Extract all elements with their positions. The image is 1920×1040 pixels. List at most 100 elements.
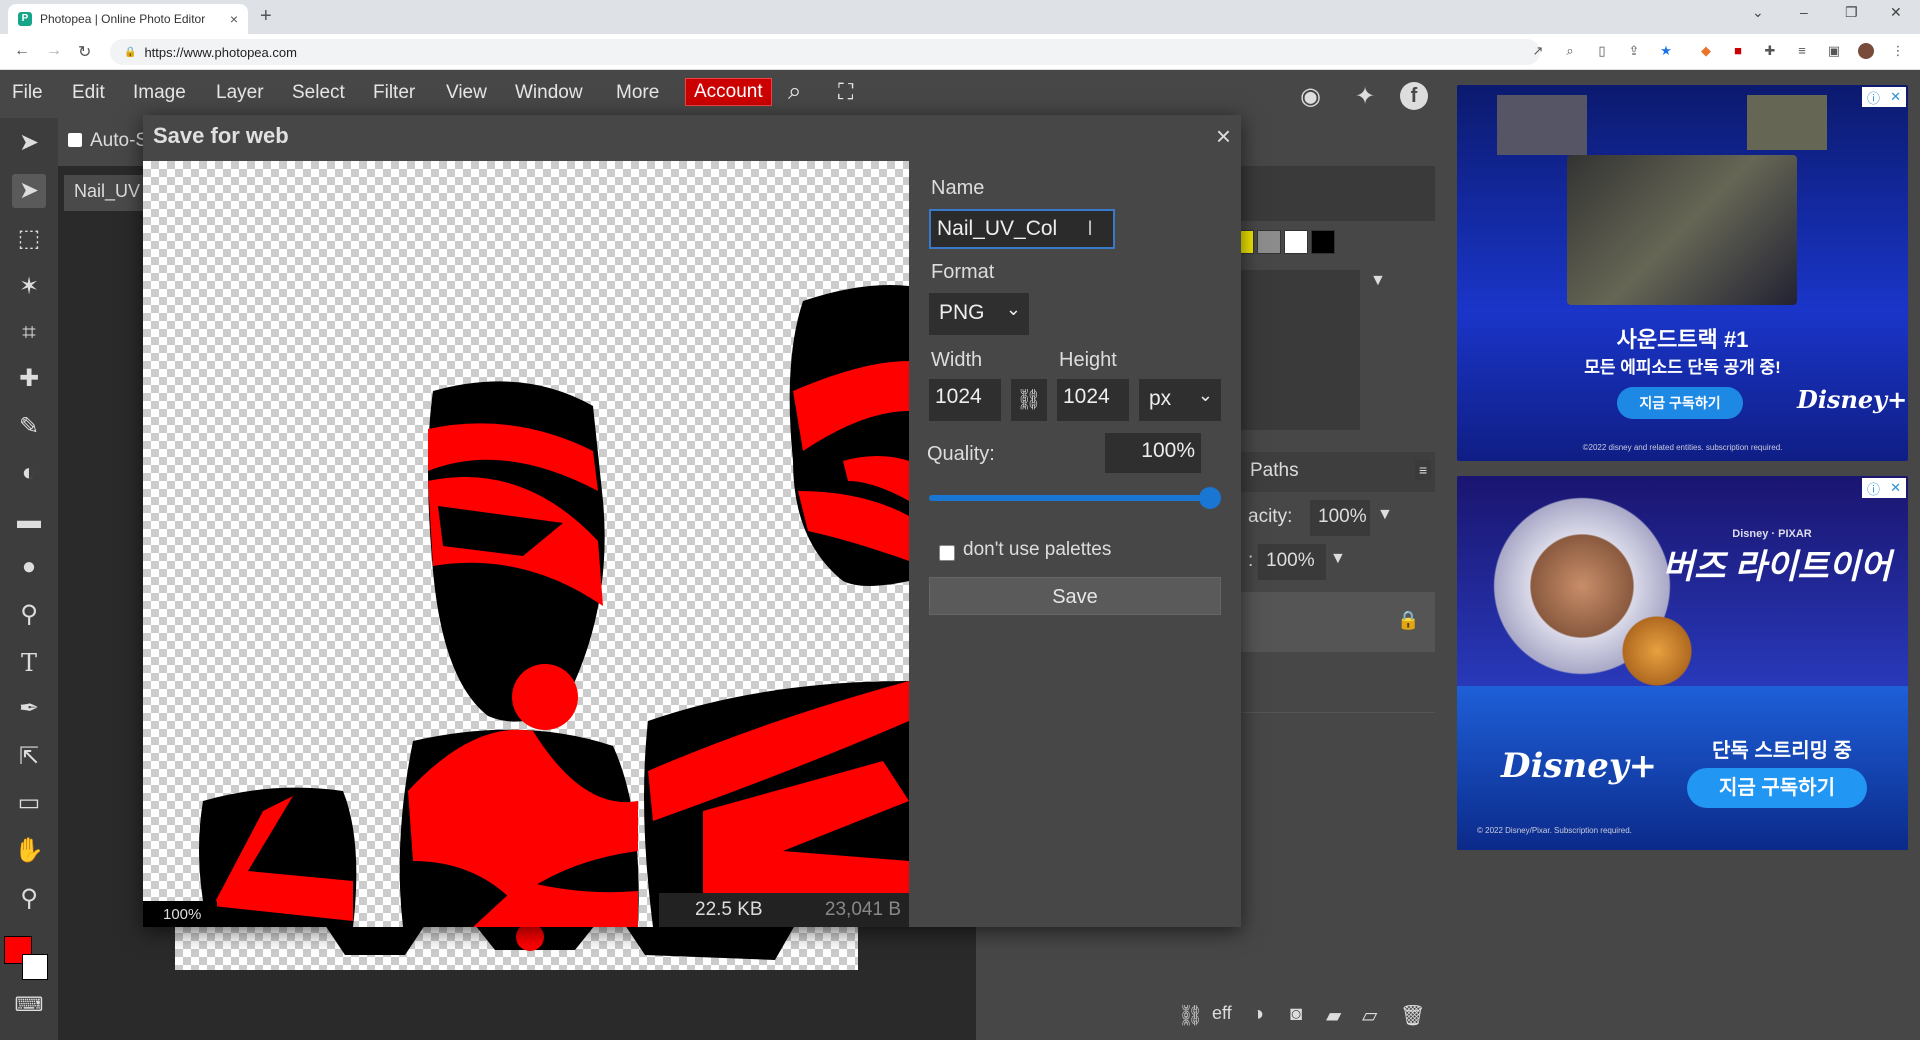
close-window-icon[interactable]: ✕ [1890,4,1902,21]
layer-mask-icon[interactable]: ◙ [1290,1003,1302,1026]
extension-red-icon[interactable]: ■ [1730,43,1746,59]
menu-select[interactable]: Select [292,82,345,104]
path-select-tool-icon[interactable]: ⇱ [12,740,46,774]
reddit-icon[interactable]: ◉ [1300,82,1321,111]
tab-search-icon[interactable]: ⌄ [1752,4,1764,21]
marquee-tool-icon[interactable]: ⬚ [12,222,46,256]
ad1-headline: 사운드트랙 #1 [1616,327,1749,352]
crop-tool-icon[interactable]: ⌗ [12,316,46,350]
menu-more[interactable]: More [616,82,659,104]
menu-bar: File Edit Image Layer Select Filter View… [0,70,1450,118]
reading-list-icon[interactable]: ≡ [1794,43,1810,59]
share-icon[interactable]: ⇪ [1626,43,1642,59]
open-in-app-icon[interactable]: ↗ [1530,43,1546,59]
restore-icon[interactable]: ❐ [1845,4,1858,21]
ad-choices-icon[interactable]: ⓘ ✕ [1862,87,1906,107]
ad-banner-top[interactable]: ⓘ ✕ 사운드트랙 #1 모든 에피소드 단독 공개 중! 지금 구독하기 Dis… [1457,85,1908,461]
panel-dropdown-icon[interactable]: ▼ [1370,272,1386,290]
zoom-tool-icon[interactable]: ⚲ [12,882,46,916]
panel-menu-icon[interactable]: ≡ [1415,460,1432,480]
menu-file[interactable]: File [12,82,43,104]
metamask-extension-icon[interactable]: ◆ [1698,43,1714,59]
document-canvas[interactable] [175,925,858,970]
chrome-menu-icon[interactable]: ⋮ [1890,43,1906,59]
opacity-field[interactable]: 100% [1310,500,1370,536]
swatch-black[interactable] [1311,230,1335,254]
menu-image[interactable]: Image [133,82,186,104]
move-tool-icon[interactable]: ➤ [12,126,46,160]
url-field[interactable]: 🔒 https://www.photopea.com [110,39,1540,65]
ad2-cta-button[interactable]: 지금 구독하기 [1687,768,1867,808]
file-name-input[interactable]: Nail_UV_Col I [929,209,1115,249]
forward-icon[interactable]: → [46,42,62,60]
extensions-puzzle-icon[interactable]: ✚ [1762,43,1778,59]
back-icon[interactable]: ← [14,42,30,60]
browser-tabstrip: P Photopea | Online Photo Editor × + ⌄ –… [0,0,1920,34]
hand-tool-icon[interactable]: ✋ [12,834,46,868]
link-layers-icon[interactable]: ⛓ [1178,1003,1203,1028]
browser-tab[interactable]: P Photopea | Online Photo Editor × [8,4,248,34]
swatch-white[interactable] [1284,230,1308,254]
side-panel-icon[interactable]: ▣ [1826,43,1842,59]
bookmark-star-icon[interactable]: ★ [1658,43,1674,59]
eraser-tool-icon[interactable]: ◐ [12,456,46,490]
menu-filter[interactable]: Filter [373,82,415,104]
link-dimensions-icon[interactable]: ⛓ [1011,379,1047,421]
account-button[interactable]: Account [685,78,772,106]
dodge-tool-icon[interactable]: ⚲ [12,598,46,632]
new-layer-icon[interactable]: ▱ [1362,1003,1377,1028]
facebook-icon[interactable]: f [1400,82,1428,110]
magic-wand-tool-icon[interactable]: ✶ [12,270,46,304]
delete-layer-icon[interactable]: 🗑 [1400,1003,1425,1028]
opacity-dropdown-icon[interactable]: ▼ [1377,506,1393,524]
ad-banner-bottom[interactable]: ⓘ ✕ Disney · PIXAR 버즈 라이트이어 Disney+ 단독 스트… [1457,476,1908,850]
keyboard-icon[interactable]: ⌨ [12,988,46,1022]
profile-avatar[interactable] [1858,43,1874,59]
pen-tool-icon[interactable]: ✒ [12,692,46,726]
twitter-icon[interactable]: ✦ [1355,82,1375,111]
save-button[interactable]: Save [929,577,1221,615]
page-icon[interactable]: ▯ [1594,43,1610,59]
adjustment-layer-icon[interactable]: ◑ [1252,1003,1264,1026]
blur-tool-icon[interactable]: ● [12,550,46,584]
effects-icon[interactable]: eff [1212,1003,1232,1024]
healing-tool-icon[interactable]: ✚ [12,362,46,396]
quality-input[interactable]: 100% [1105,433,1201,473]
fill-dropdown-icon[interactable]: ▼ [1330,550,1346,568]
ad-choices-icon[interactable]: ⓘ ✕ [1862,478,1906,498]
format-select[interactable]: PNG ⌄ [929,293,1029,335]
menu-edit[interactable]: Edit [72,82,105,104]
new-group-icon[interactable]: ▰ [1326,1003,1341,1028]
export-settings-panel: Name Nail_UV_Col I Format PNG ⌄ Width He… [909,161,1241,927]
unit-select[interactable]: px ⌄ [1139,379,1221,421]
fullscreen-icon[interactable]: ⛶ [838,79,853,105]
shape-tool-icon[interactable]: ▭ [12,786,46,820]
dont-use-palettes-checkbox[interactable] [939,545,955,561]
document-tab[interactable]: Nail_UV [64,175,154,211]
select-tool-icon[interactable]: ➤ [12,174,46,208]
new-tab-button[interactable]: + [260,5,272,28]
background-color-swatch[interactable] [22,954,48,980]
brush-tool-icon[interactable]: ✎ [12,410,46,444]
menu-view[interactable]: View [446,82,487,104]
type-tool-icon[interactable]: T [12,646,46,680]
tab-title: Photopea | Online Photo Editor [40,12,206,26]
zoom-icon[interactable]: ⌕ [1562,43,1578,59]
close-dialog-icon[interactable]: × [1216,121,1231,152]
preview-zoom-level: 100% [143,901,217,927]
menu-window[interactable]: Window [515,82,583,104]
ad1-cta-button[interactable]: 지금 구독하기 [1617,387,1743,419]
tab-paths[interactable]: Paths [1250,460,1299,482]
menu-layer[interactable]: Layer [216,82,264,104]
slider-knob[interactable] [1199,487,1221,509]
swatch-gray[interactable] [1257,230,1281,254]
search-icon[interactable]: ⌕ [788,78,801,106]
height-input[interactable]: 1024 [1057,379,1129,421]
gradient-tool-icon[interactable]: ▬ [12,504,46,538]
close-tab-icon[interactable]: × [230,11,238,27]
minimize-icon[interactable]: – [1800,4,1808,20]
auto-select-checkbox[interactable] [68,133,82,147]
reload-icon[interactable]: ↻ [78,42,91,62]
width-input[interactable]: 1024 [929,379,1001,421]
fill-field[interactable]: 100% [1258,544,1326,580]
